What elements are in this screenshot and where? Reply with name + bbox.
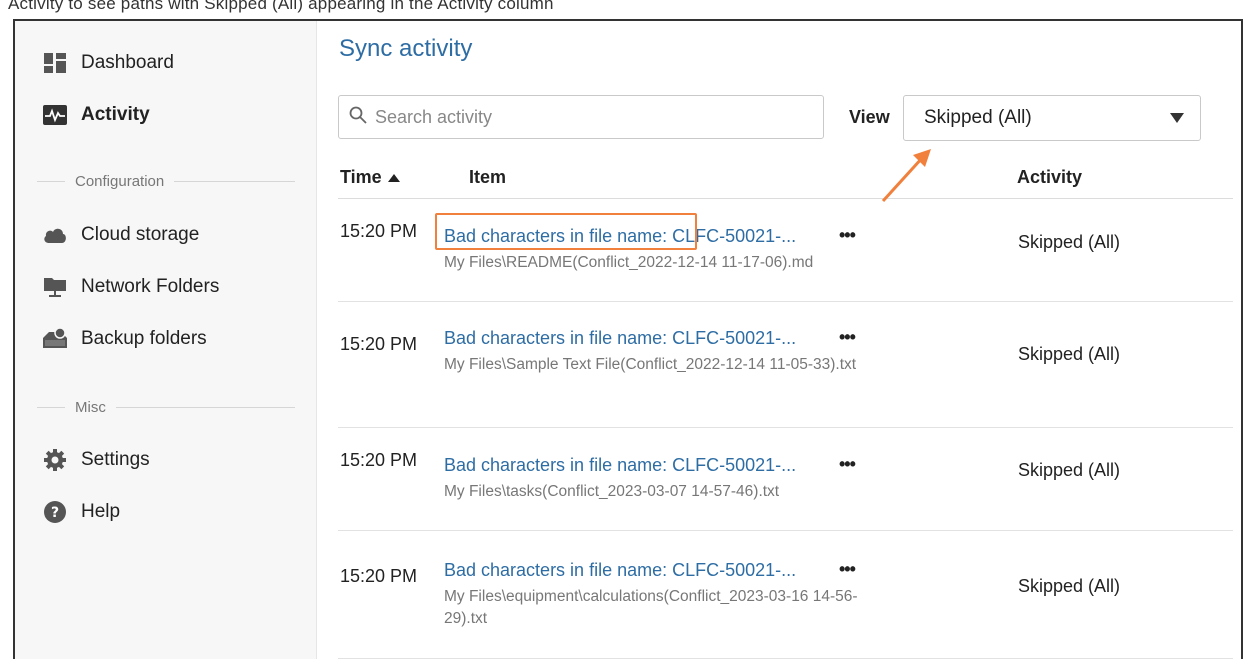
more-options-button[interactable]: ••• bbox=[839, 327, 856, 348]
sidebar-item-label: Settings bbox=[81, 449, 150, 470]
column-header-item[interactable]: Item bbox=[469, 167, 506, 188]
sort-ascending-icon bbox=[387, 173, 400, 182]
more-options-button[interactable]: ••• bbox=[839, 454, 856, 475]
divider bbox=[115, 406, 295, 408]
search-placeholder: Search activity bbox=[375, 106, 493, 127]
page-title: Sync activity bbox=[339, 35, 473, 62]
search-icon bbox=[349, 106, 367, 129]
row-item-link[interactable]: Bad characters in file name: CLFC-50021-… bbox=[444, 328, 796, 349]
table-row[interactable]: 15:20 PM Bad characters in file name: CL… bbox=[338, 531, 1233, 659]
more-options-button[interactable]: ••• bbox=[839, 225, 856, 246]
dashboard-icon bbox=[43, 52, 67, 74]
section-label: Configuration bbox=[75, 172, 165, 190]
row-path: My Files\tasks(Conflict_2023-03-07 14-57… bbox=[444, 483, 780, 500]
row-item-link[interactable]: Bad characters in file name: CLFC-50021-… bbox=[444, 455, 796, 476]
row-activity: Skipped (All) bbox=[1018, 232, 1121, 252]
row-time: 15:20 PM bbox=[340, 221, 418, 241]
view-select[interactable]: Skipped (All) bbox=[903, 95, 1201, 141]
sidebar-item-label: Help bbox=[81, 501, 121, 522]
sidebar-item-cloud-storage[interactable]: Cloud storage bbox=[43, 220, 199, 250]
divider bbox=[37, 406, 65, 408]
sidebar-item-label: Cloud storage bbox=[81, 224, 200, 245]
main-panel: Sync activity Search activity View Skipp… bbox=[317, 21, 1241, 659]
gear-icon bbox=[43, 449, 67, 471]
annotation-highlight-box bbox=[435, 213, 697, 250]
sidebar-item-dashboard[interactable]: Dashboard bbox=[43, 48, 174, 78]
section-misc: Misc bbox=[37, 397, 295, 417]
divider bbox=[174, 180, 295, 182]
sidebar-item-backup-folders[interactable]: Backup folders bbox=[43, 324, 207, 354]
row-item-link[interactable]: Bad characters in file name: CLFC-50021-… bbox=[444, 560, 796, 581]
view-label: View bbox=[849, 107, 890, 127]
sidebar-item-label: Dashboard bbox=[81, 52, 174, 73]
app-window: Dashboard Activity Configuration Cloud s… bbox=[13, 19, 1243, 659]
column-header-time[interactable]: Time bbox=[340, 167, 400, 188]
sidebar-item-label: Backup folders bbox=[81, 328, 207, 349]
row-path: My Files\equipment\calculations(Conflict… bbox=[444, 588, 858, 627]
sidebar-item-label: Activity bbox=[81, 104, 150, 125]
sidebar: Dashboard Activity Configuration Cloud s… bbox=[15, 21, 317, 659]
section-label: Misc bbox=[75, 398, 106, 416]
row-activity: Skipped (All) bbox=[1018, 344, 1121, 364]
row-activity: Skipped (All) bbox=[1018, 576, 1121, 596]
cloud-icon bbox=[43, 224, 67, 246]
sidebar-item-settings[interactable]: Settings bbox=[43, 445, 150, 475]
table-row[interactable]: 15:20 PM Bad characters in file name: CL… bbox=[338, 302, 1233, 428]
chevron-down-icon bbox=[1170, 113, 1184, 123]
divider bbox=[37, 180, 65, 182]
svg-text:?: ? bbox=[51, 505, 59, 521]
row-activity: Skipped (All) bbox=[1018, 460, 1121, 480]
sidebar-item-activity[interactable]: Activity bbox=[43, 100, 150, 130]
sidebar-item-label: Network Folders bbox=[81, 276, 220, 297]
row-time: 15:20 PM bbox=[340, 450, 418, 470]
sidebar-item-help[interactable]: ? Help bbox=[43, 497, 120, 527]
backup-folder-icon bbox=[43, 328, 67, 350]
row-time: 15:20 PM bbox=[340, 334, 418, 354]
more-options-button[interactable]: ••• bbox=[839, 559, 856, 580]
table-row[interactable]: 15:20 PM Bad characters in file name: CL… bbox=[338, 428, 1233, 531]
annotation-arrow bbox=[881, 149, 931, 203]
help-icon: ? bbox=[43, 501, 67, 523]
column-header-activity[interactable]: Activity bbox=[1017, 167, 1082, 188]
view-select-value: Skipped (All) bbox=[924, 107, 1032, 128]
search-input[interactable]: Search activity bbox=[338, 95, 824, 139]
section-configuration: Configuration bbox=[37, 171, 295, 191]
network-folder-icon bbox=[43, 276, 67, 298]
sidebar-item-network-folders[interactable]: Network Folders bbox=[43, 272, 219, 302]
cropped-caption-text: Activity to see paths with Skipped (All)… bbox=[8, 0, 554, 13]
row-time: 15:20 PM bbox=[340, 566, 418, 586]
activity-icon bbox=[43, 104, 67, 126]
row-path: My Files\README(Conflict_2022-12-14 11-1… bbox=[444, 254, 814, 271]
row-path: My Files\Sample Text File(Conflict_2022-… bbox=[444, 356, 857, 373]
